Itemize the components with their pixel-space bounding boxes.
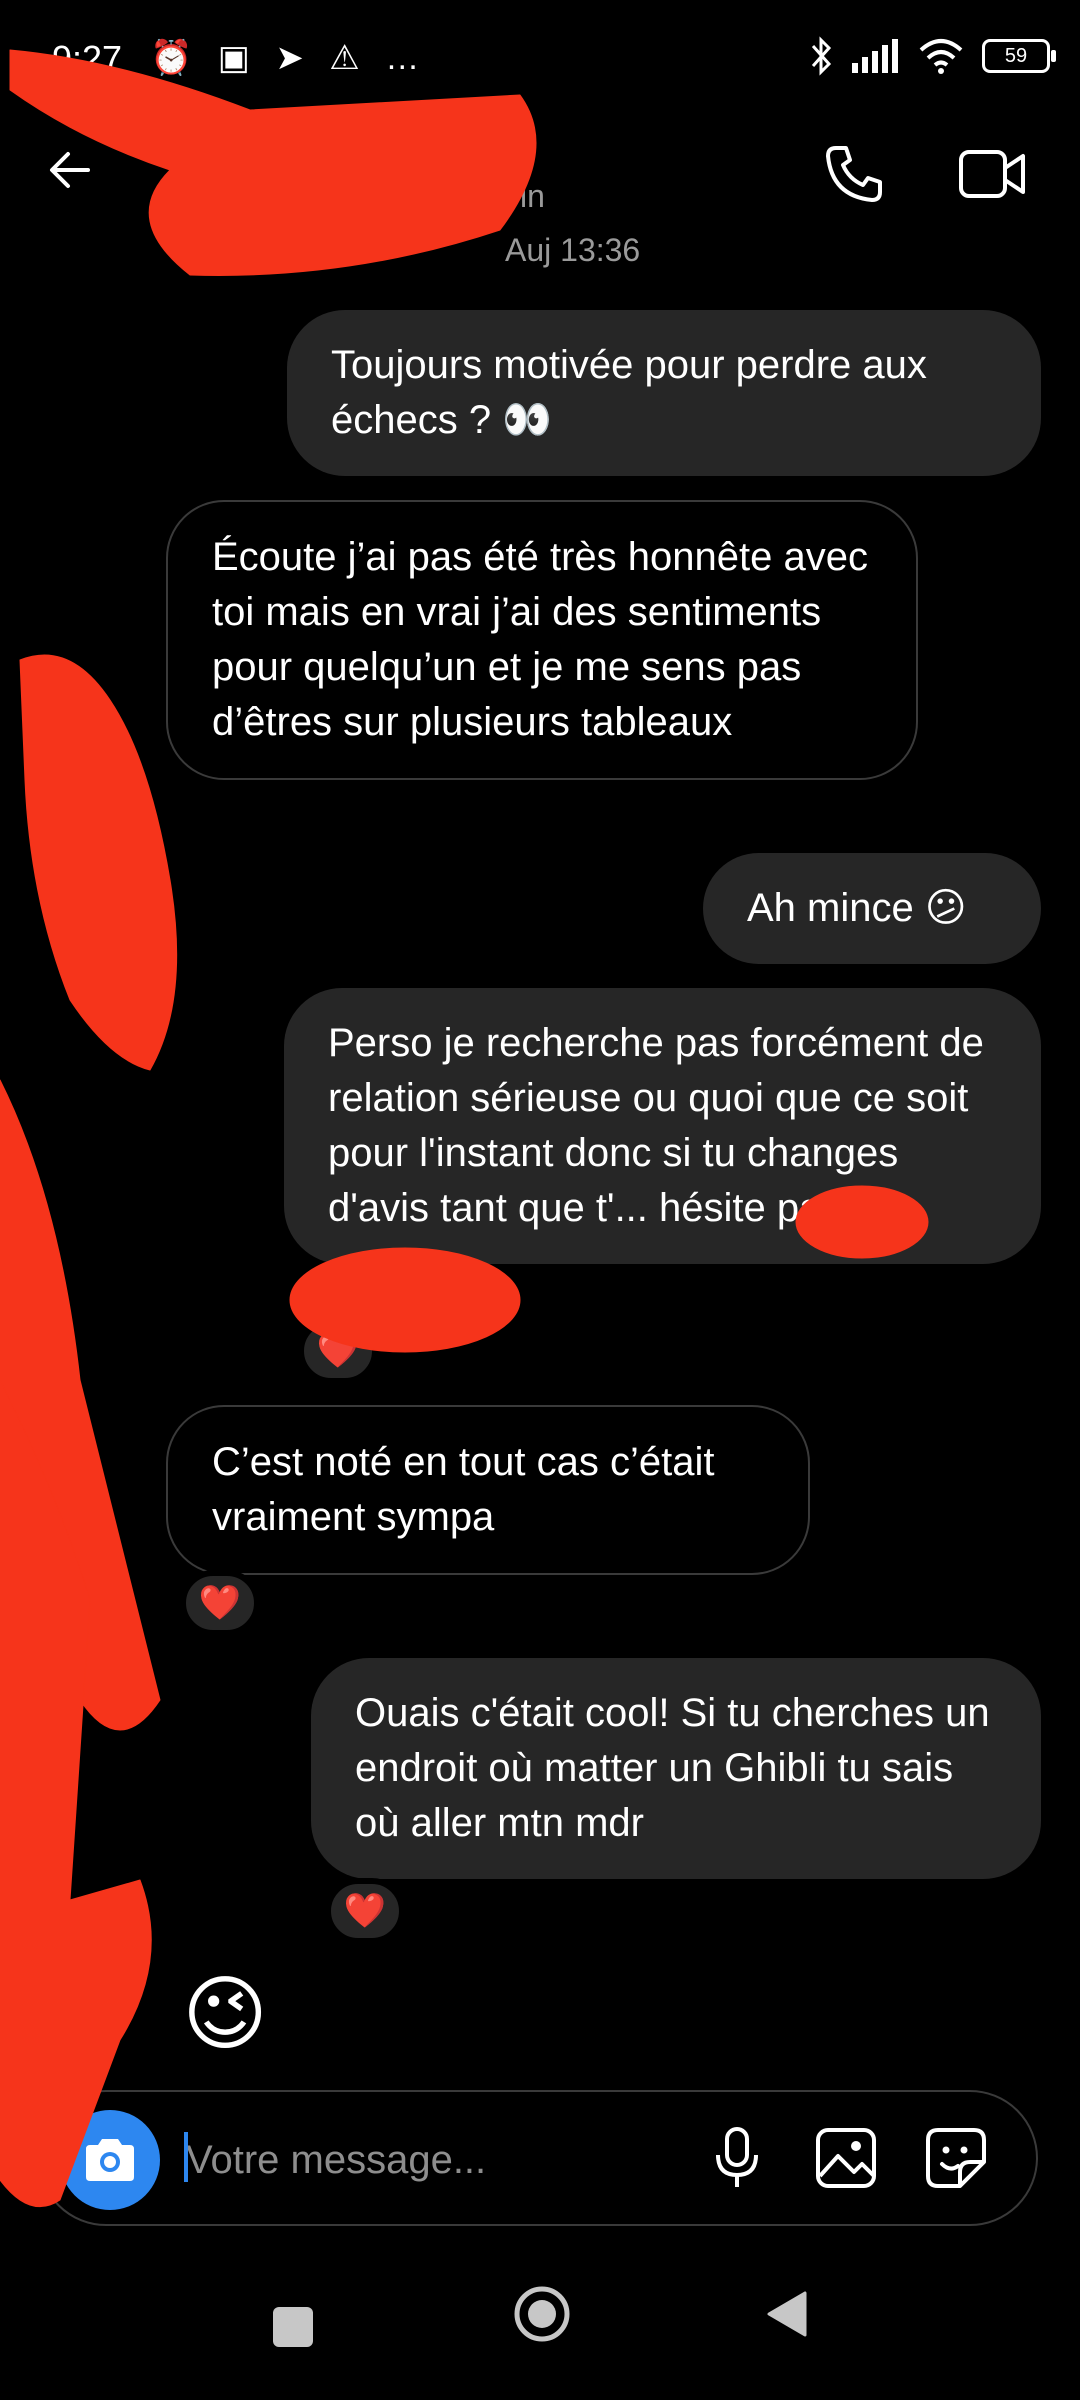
redaction-overlay	[0, 49, 929, 2208]
